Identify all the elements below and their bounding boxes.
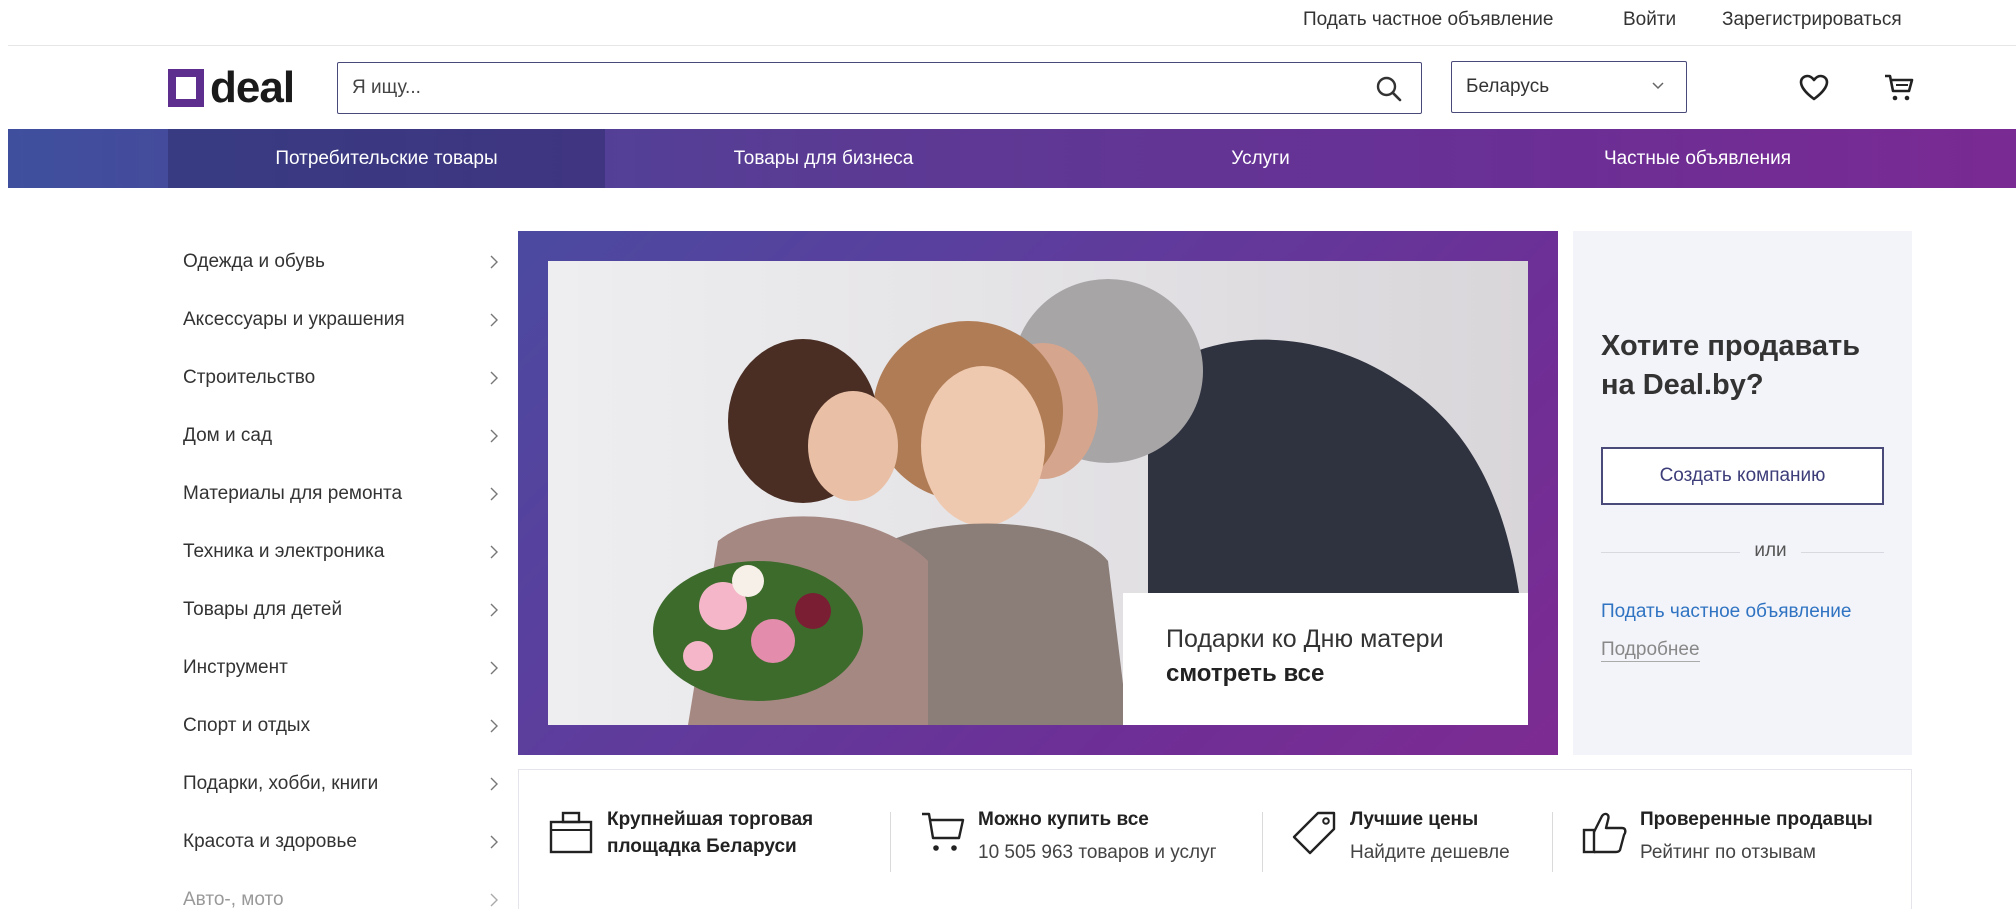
- sidebar-item-auto[interactable]: Авто-, мото: [168, 871, 508, 909]
- logo-mark-icon: [168, 69, 204, 107]
- sidebar-item-gifts[interactable]: Подарки, хобби, книги: [168, 755, 508, 813]
- features-strip: Крупнейшая торговая площадка Беларуси Мо…: [518, 769, 1912, 909]
- feature-subtitle: Найдите дешевле: [1350, 842, 1510, 863]
- sidebar-item-label: Красота и здоровье: [183, 831, 357, 852]
- cart-icon[interactable]: [1884, 73, 1914, 103]
- chevron-right-icon: [490, 777, 498, 791]
- feature-divider: [1262, 812, 1263, 872]
- sidebar-item-label: Строительство: [183, 367, 316, 388]
- sidebar-item-clothing[interactable]: Одежда и обувь: [168, 233, 508, 291]
- chevron-right-icon: [490, 603, 498, 617]
- chevron-right-icon: [490, 371, 498, 385]
- sidebar-item-home-garden[interactable]: Дом и сад: [168, 407, 508, 465]
- thumbs-up-icon: [1582, 812, 1627, 854]
- logo-text: deal: [210, 63, 295, 112]
- sidebar-item-repair-materials[interactable]: Материалы для ремонта: [168, 465, 508, 523]
- sidebar-item-kids[interactable]: Товары для детей: [168, 581, 508, 639]
- feature-title: Можно купить все: [978, 809, 1149, 830]
- banner-photo: Подарки ко Дню матери смотреть все: [548, 261, 1528, 725]
- feature-title: Крупнейшая торговая: [607, 809, 814, 830]
- chevron-right-icon: [490, 893, 498, 907]
- tab-business-goods[interactable]: Товары для бизнеса: [605, 129, 1042, 188]
- chevron-right-icon: [490, 313, 498, 327]
- chevron-right-icon: [490, 545, 498, 559]
- category-sidebar: Одежда и обувь Аксессуары и украшения Ст…: [168, 233, 508, 909]
- chevron-right-icon: [490, 835, 498, 849]
- sidebar-item-label: Спорт и отдых: [183, 715, 311, 736]
- category-nav: Потребительские товары Товары для бизнес…: [8, 129, 2016, 188]
- sidebar-item-label: Дом и сад: [183, 425, 273, 446]
- promo-banner[interactable]: Подарки ко Дню матери смотреть все: [518, 231, 1558, 755]
- or-label: или: [1740, 540, 1801, 561]
- search-bar: [337, 62, 1422, 114]
- country-select[interactable]: Беларусь: [1451, 61, 1687, 113]
- sidebar-item-electronics[interactable]: Техника и электроника: [168, 523, 508, 581]
- country-value: Беларусь: [1466, 76, 1550, 97]
- feature-largest-marketplace: Крупнейшая торговая площадка Беларуси: [549, 806, 813, 866]
- sidebar-item-label: Авто-, мото: [183, 889, 284, 909]
- feature-best-prices: Лучшие цены Найдите дешевле: [1292, 806, 1510, 866]
- tab-services[interactable]: Услуги: [1042, 129, 1479, 188]
- private-ad-link[interactable]: Подать частное объявление: [1601, 601, 1851, 623]
- chevron-right-icon: [490, 429, 498, 443]
- chevron-down-icon: [1652, 82, 1664, 90]
- site-logo[interactable]: deal: [168, 63, 295, 112]
- sidebar-item-label: Материалы для ремонта: [183, 483, 403, 504]
- sidebar-item-beauty[interactable]: Красота и здоровье: [168, 813, 508, 871]
- more-info-link[interactable]: Подробнее: [1601, 639, 1700, 662]
- chevron-right-icon: [490, 487, 498, 501]
- sidebar-item-label: Одежда и обувь: [183, 251, 325, 272]
- sidebar-item-label: Товары для детей: [183, 599, 343, 620]
- cart-icon: [922, 812, 965, 851]
- chevron-right-icon: [490, 255, 498, 269]
- feature-subtitle: 10 505 963 товаров и услуг: [978, 842, 1217, 863]
- sidebar-item-construction[interactable]: Строительство: [168, 349, 508, 407]
- sidebar-item-label: Аксессуары и украшения: [183, 309, 405, 330]
- chevron-right-icon: [490, 661, 498, 675]
- chevron-right-icon: [490, 719, 498, 733]
- banner-see-all-link[interactable]: смотреть все: [1166, 660, 1528, 688]
- banner-caption[interactable]: Подарки ко Дню матери смотреть все: [1123, 593, 1528, 725]
- register-link[interactable]: Зарегистрироваться: [1722, 9, 1902, 31]
- post-ad-link[interactable]: Подать частное объявление: [1303, 9, 1553, 31]
- feature-title: Лучшие цены: [1350, 809, 1479, 830]
- search-input[interactable]: [338, 77, 1338, 99]
- login-link[interactable]: Войти: [1623, 9, 1676, 31]
- feature-verified-sellers: Проверенные продавцы Рейтинг по отзывам: [1582, 806, 1873, 866]
- or-divider-text: или: [1573, 540, 1912, 562]
- feature-subtitle: площадка Беларуси: [607, 836, 797, 857]
- briefcase-icon: [549, 811, 593, 854]
- feature-divider: [890, 812, 891, 872]
- feature-buy-everything: Можно купить все 10 505 963 товаров и ус…: [920, 806, 1217, 866]
- feature-title: Проверенные продавцы: [1640, 809, 1873, 830]
- sidebar-item-label: Подарки, хобби, книги: [183, 773, 379, 794]
- banner-caption-title: Подарки ко Дню матери: [1166, 625, 1444, 653]
- sell-panel-title: Хотите продавать на Deal.by?: [1601, 330, 1861, 401]
- favorites-heart-icon[interactable]: [1799, 74, 1829, 102]
- price-tag-icon: [1292, 811, 1336, 855]
- feature-divider: [1552, 812, 1553, 872]
- top-links-bar: Подать частное объявление Войти Зарегист…: [8, 0, 2016, 46]
- sidebar-item-label: Техника и электроника: [183, 541, 385, 562]
- tab-private-ads[interactable]: Частные объявления: [1479, 129, 1916, 188]
- sidebar-item-accessories[interactable]: Аксессуары и украшения: [168, 291, 508, 349]
- create-company-button[interactable]: Создать компанию: [1601, 447, 1884, 505]
- sidebar-item-label: Инструмент: [183, 657, 288, 678]
- sell-panel: Хотите продавать на Deal.by? Создать ком…: [1573, 231, 1912, 755]
- sidebar-item-tools[interactable]: Инструмент: [168, 639, 508, 697]
- tab-consumer-goods[interactable]: Потребительские товары: [168, 129, 605, 188]
- feature-subtitle: Рейтинг по отзывам: [1640, 842, 1816, 863]
- search-icon[interactable]: [1375, 75, 1403, 103]
- sidebar-item-sport[interactable]: Спорт и отдых: [168, 697, 508, 755]
